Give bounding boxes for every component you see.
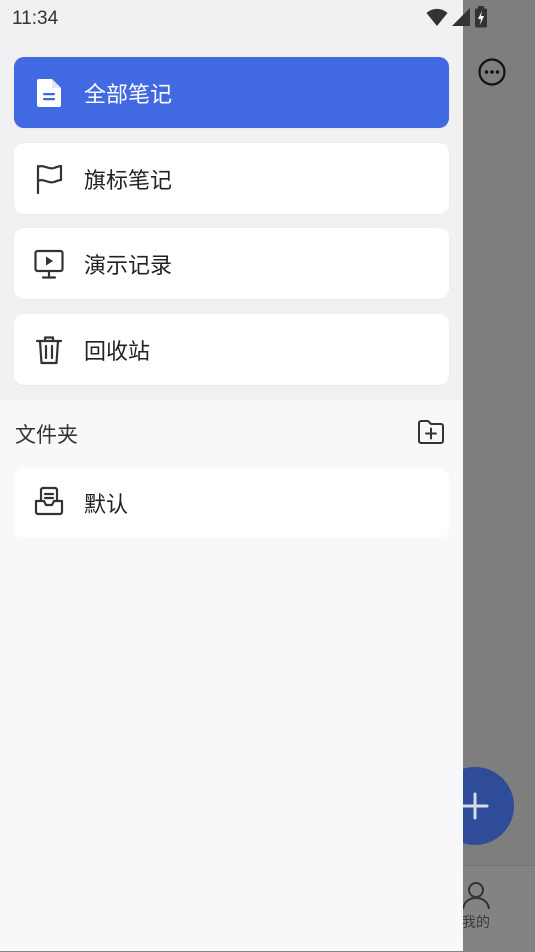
nav-item-label: 旗标笔记 (84, 168, 173, 194)
trash-icon (34, 335, 64, 365)
folder-item-label: 默认 (84, 493, 129, 518)
folders-section-title: 文件夹 (15, 423, 78, 447)
user-icon (462, 882, 490, 910)
wifi-icon (426, 8, 448, 26)
flag-icon (34, 164, 64, 194)
nav-item-all-notes[interactable]: 全部笔记 (14, 57, 449, 128)
tab-mine-label: 我的 (462, 915, 490, 931)
nav-item-label: 演示记录 (84, 253, 173, 279)
more-options-icon[interactable] (476, 56, 508, 88)
status-bar: 11:34 (0, 0, 535, 36)
nav-item-recycle-bin[interactable]: 回收站 (14, 314, 449, 385)
nav-item-label: 回收站 (84, 339, 151, 365)
folders-section-header: 文件夹 (15, 418, 445, 450)
nav-item-flagged-notes[interactable]: 旗标笔记 (14, 143, 449, 214)
status-time: 11:34 (12, 8, 59, 29)
nav-item-presentation-records[interactable]: 演示记录 (14, 228, 449, 299)
status-icons (426, 6, 488, 28)
nav-item-label: 全部笔记 (84, 82, 173, 108)
navigation-drawer: 全部笔记 旗标笔记 演示记录 回收站 文件夹 默认 (0, 0, 463, 951)
folder-item-default[interactable]: 默认 (14, 468, 449, 538)
document-icon (34, 78, 64, 108)
plus-icon (461, 792, 489, 820)
folder-add-icon[interactable] (417, 419, 445, 449)
cell-signal-icon (452, 8, 470, 26)
battery-charging-icon (475, 6, 487, 28)
inbox-icon (34, 486, 64, 520)
presentation-icon (34, 249, 64, 279)
